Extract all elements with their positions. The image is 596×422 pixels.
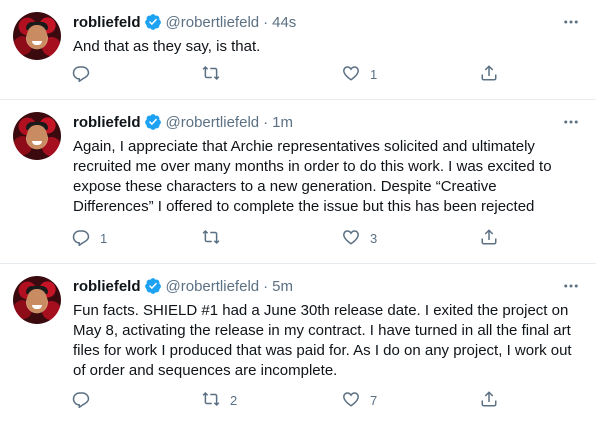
tweet-body: robliefeld @robertliefeld · 1m Again, I …: [73, 111, 580, 217]
separator: ·: [263, 13, 269, 31]
reply-count: 1: [100, 231, 108, 246]
retweet-count: 2: [230, 393, 238, 408]
tweet[interactable]: robliefeld @robertliefeld · 1m Again, I …: [0, 100, 596, 264]
author-name[interactable]: robliefeld: [73, 114, 141, 131]
tweet-text: Fun facts. SHIELD #1 had a June 30th rel…: [73, 302, 572, 379]
like-icon: [342, 228, 360, 249]
author-handle[interactable]: @robertliefeld: [166, 14, 260, 31]
tweet-text: Again, I appreciate that Archie represen…: [73, 138, 552, 215]
like-button[interactable]: 1: [342, 64, 377, 85]
retweet-icon: [202, 390, 220, 411]
share-button[interactable]: [480, 228, 498, 249]
share-icon: [480, 228, 498, 249]
verified-badge-icon: [144, 113, 162, 131]
reply-icon: [72, 228, 90, 249]
timestamp[interactable]: 44s: [272, 14, 296, 31]
more-icon[interactable]: [562, 13, 580, 31]
tweet-body: robliefeld @robertliefeld · 5m Fun facts…: [73, 275, 580, 381]
avatar[interactable]: [13, 12, 61, 60]
verified-badge-icon: [144, 277, 162, 295]
share-icon: [480, 64, 498, 85]
tweet-actions: 2 7: [72, 390, 502, 410]
tweet-actions: 1: [72, 64, 502, 84]
more-icon[interactable]: [562, 277, 580, 295]
tweet-header: robliefeld @robertliefeld · 44s: [73, 11, 580, 33]
retweet-icon: [202, 64, 220, 85]
timestamp[interactable]: 1m: [272, 114, 293, 131]
like-button[interactable]: 3: [342, 228, 377, 249]
author-name[interactable]: robliefeld: [73, 278, 141, 295]
like-button[interactable]: 7: [342, 390, 377, 411]
share-button[interactable]: [480, 64, 498, 85]
share-icon: [480, 390, 498, 411]
author-name[interactable]: robliefeld: [73, 14, 141, 31]
reply-button[interactable]: [72, 64, 100, 85]
verified-badge-icon: [144, 13, 162, 31]
separator: ·: [263, 277, 269, 295]
tweet[interactable]: robliefeld @robertliefeld · 44s And that…: [0, 0, 596, 100]
more-icon[interactable]: [562, 113, 580, 131]
like-count: 1: [370, 67, 378, 82]
tweet-body: robliefeld @robertliefeld · 44s And that…: [73, 11, 580, 57]
retweet-button[interactable]: [202, 228, 230, 249]
tweet-header: robliefeld @robertliefeld · 1m: [73, 111, 580, 133]
retweet-button[interactable]: 2: [202, 390, 237, 411]
reply-button[interactable]: 1: [72, 228, 107, 249]
separator: ·: [263, 113, 269, 131]
avatar[interactable]: [13, 276, 61, 324]
like-icon: [342, 390, 360, 411]
reply-icon: [72, 390, 90, 411]
tweet[interactable]: robliefeld @robertliefeld · 5m Fun facts…: [0, 264, 596, 422]
tweet-text: And that as they say, is that.: [73, 38, 261, 55]
author-handle[interactable]: @robertliefeld: [166, 114, 260, 131]
tweet-header: robliefeld @robertliefeld · 5m: [73, 275, 580, 297]
like-icon: [342, 64, 360, 85]
like-count: 7: [370, 393, 378, 408]
like-count: 3: [370, 231, 378, 246]
retweet-icon: [202, 228, 220, 249]
avatar[interactable]: [13, 112, 61, 160]
reply-icon: [72, 64, 90, 85]
reply-button[interactable]: [72, 390, 100, 411]
share-button[interactable]: [480, 390, 498, 411]
author-handle[interactable]: @robertliefeld: [166, 278, 260, 295]
retweet-button[interactable]: [202, 64, 230, 85]
tweet-actions: 1 3: [72, 228, 502, 248]
timestamp[interactable]: 5m: [272, 278, 293, 295]
